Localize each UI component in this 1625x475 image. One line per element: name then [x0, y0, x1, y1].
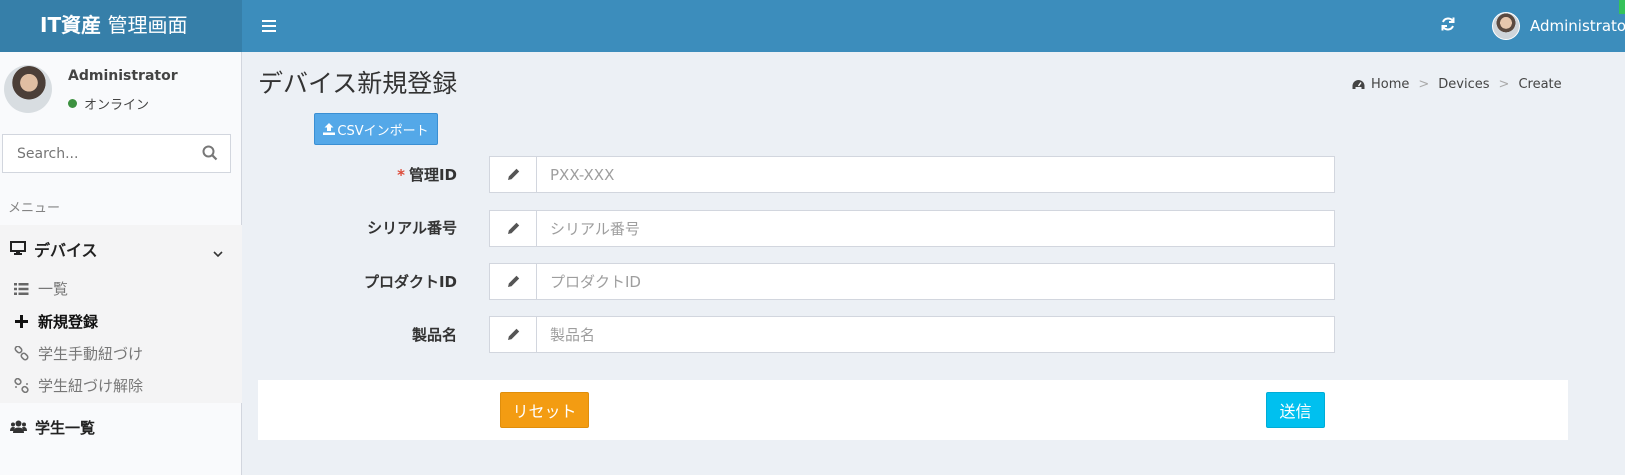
search-input[interactable] [3, 135, 188, 172]
management-id-input[interactable] [537, 157, 1334, 192]
submit-button[interactable]: 送信 [1266, 392, 1325, 428]
sidebar: Administrator オンライン メニュー デバイス 一覧 [0, 52, 242, 475]
status-dot-icon [68, 99, 77, 108]
header-user-name: Administrator [1530, 17, 1625, 35]
devices-label: デバイス [34, 241, 98, 260]
unlink-icon [12, 378, 30, 393]
breadcrumb-home[interactable]: Home [1371, 77, 1409, 92]
sidebar-user-name: Administrator [68, 68, 178, 84]
csv-import-button[interactable]: CSVインポート [314, 113, 438, 145]
students-label: 学生一覧 [35, 419, 96, 437]
page-title: デバイス新規登録 [258, 69, 458, 98]
breadcrumb-devices[interactable]: Devices [1438, 77, 1489, 92]
serial-group [489, 210, 1335, 247]
dashboard-icon [1352, 79, 1365, 90]
field-label-management-id: * 管理ID [397, 164, 457, 185]
user-menu[interactable]: Administrator [1492, 12, 1625, 40]
product-id-label: プロダクトID [363, 273, 457, 291]
management-id-group [489, 156, 1335, 193]
user-panel: Administrator オンライン [0, 52, 242, 130]
link-icon [12, 346, 30, 361]
logo-text: 管理画面 [101, 13, 188, 37]
breadcrumb: Home > Devices > Create [1352, 77, 1562, 92]
pencil-icon [490, 317, 537, 352]
list-label: 一覧 [38, 280, 69, 298]
new-label: 新規登録 [38, 313, 99, 331]
hamburger-icon[interactable] [262, 17, 276, 35]
status-text: オンライン [84, 98, 150, 113]
product-id-input[interactable] [537, 264, 1334, 299]
sidebar-item-unlink-student[interactable]: 学生紐づけ解除 [12, 375, 143, 396]
user-avatar [4, 65, 52, 113]
reset-button[interactable]: リセット [500, 392, 589, 428]
search-icon[interactable] [202, 145, 218, 165]
pencil-icon [490, 264, 537, 299]
form-footer: リセット 送信 [258, 380, 1568, 440]
logo-bold-text: IT資産 [40, 13, 102, 37]
serial-input[interactable] [537, 211, 1334, 246]
sidebar-item-devices[interactable]: デバイス [10, 237, 98, 261]
sidebar-item-new[interactable]: 新規登録 [12, 311, 98, 332]
list-icon [12, 282, 30, 295]
desktop-icon [10, 240, 26, 259]
field-label-product-name: 製品名 [412, 324, 457, 345]
app-logo[interactable]: IT資産 管理画面 [0, 0, 242, 52]
pencil-icon [490, 157, 537, 192]
management-id-label: 管理ID [408, 166, 457, 184]
plus-icon [12, 315, 30, 328]
field-label-product-id: プロダクトID [364, 271, 457, 292]
product-name-input[interactable] [537, 317, 1334, 352]
menu-header: メニュー [8, 201, 61, 216]
users-icon [10, 419, 27, 437]
product-name-label: 製品名 [411, 326, 457, 344]
corner-indicator [1619, 0, 1625, 14]
breadcrumb-separator: > [1498, 77, 1510, 92]
devices-menu: デバイス 一覧 新規登録 学生手動紐づけ 学生紐づけ解除 [0, 225, 242, 403]
required-mark: * [397, 166, 405, 184]
sidebar-item-link-student[interactable]: 学生手動紐づけ [12, 343, 143, 364]
product-id-group [489, 263, 1335, 300]
product-name-group [489, 316, 1335, 353]
online-status: オンライン [68, 94, 149, 113]
upload-icon [323, 123, 336, 135]
csv-import-label: CSVインポート [337, 123, 429, 139]
chevron-down-icon[interactable] [213, 243, 223, 262]
top-header: IT資産 管理画面 Administrator [0, 0, 1625, 52]
sidebar-item-list[interactable]: 一覧 [12, 278, 68, 299]
avatar [1492, 12, 1520, 40]
refresh-icon[interactable] [1440, 13, 1456, 37]
unlink-label: 学生紐づけ解除 [38, 377, 144, 395]
breadcrumb-create: Create [1518, 77, 1562, 92]
sidebar-search [2, 134, 231, 173]
field-label-serial: シリアル番号 [367, 217, 457, 238]
pencil-icon [490, 211, 537, 246]
sidebar-item-students[interactable]: 学生一覧 [10, 417, 95, 438]
breadcrumb-separator: > [1418, 77, 1430, 92]
serial-label: シリアル番号 [367, 219, 457, 237]
link-label: 学生手動紐づけ [38, 345, 144, 363]
